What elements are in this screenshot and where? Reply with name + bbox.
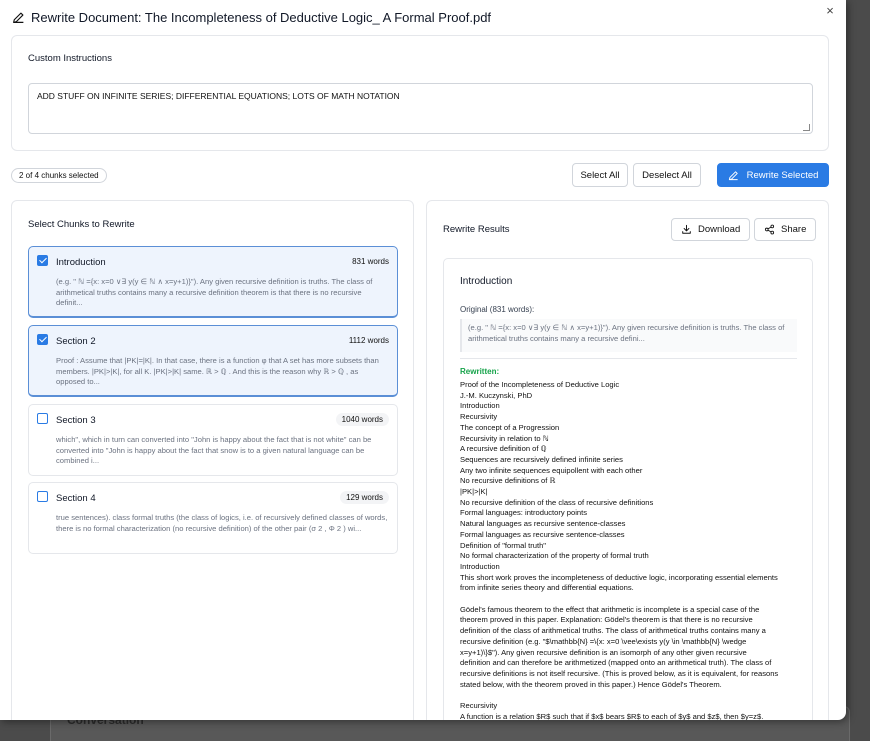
rewritten-line: x=y+1)\}$"). Any given recursive definit… [460, 647, 747, 657]
chunk-word-count: 1112 words [348, 336, 389, 345]
rewritten-line: A function is a relation $R$ such that i… [460, 711, 764, 720]
download-icon [682, 224, 691, 234]
chunk-preview: true sentences). class formal truths (th… [56, 513, 388, 533]
original-label: Original (831 words): [460, 305, 535, 314]
share-label: Share [781, 224, 807, 235]
custom-instructions-label: Custom Instructions [28, 53, 112, 64]
select-all-button[interactable]: Select All [572, 163, 628, 187]
close-icon[interactable]: × [823, 4, 837, 18]
rewritten-line: Gödel's famous theorem to the effect tha… [460, 604, 760, 614]
rewritten-line: J.-M. Kuczynski, PhD [460, 390, 533, 400]
rewritten-line: Recursivity [460, 412, 498, 422]
rewritten-line: definition and can therefore be arithmet… [460, 658, 772, 668]
chunk-selection-panel: Select Chunks to Rewrite Introduction 83… [11, 200, 414, 720]
rewritten-line: Recursivity in relation to ℕ [460, 433, 549, 443]
chunk-word-count: 831 words [352, 257, 389, 266]
rewritten-line: Recursivity [460, 701, 498, 711]
rewrite-results-panel: Rewrite Results Download Share Introduct… [426, 200, 829, 720]
chunk-name: Section 4 [56, 493, 96, 504]
rewrite-selected-button[interactable]: Rewrite Selected [717, 163, 829, 187]
rewritten-line: definition of the class of arithmetical … [460, 626, 766, 636]
chunk-panel-heading: Select Chunks to Rewrite [28, 219, 135, 230]
rewritten-label: Rewritten: [460, 367, 500, 376]
rewritten-line: This short work proves the incompletenes… [460, 572, 778, 582]
chunk-checkbox[interactable] [37, 491, 48, 502]
rewritten-line: Proof of the Incompleteness of Deductive… [460, 380, 620, 389]
rewritten-line: No formal characterization of the proper… [460, 551, 649, 561]
rewritten-line: The concept of a Progression [460, 422, 560, 432]
rewritten-line: Natural languages as recursive sentence-… [460, 519, 626, 529]
rewrite-result-card: Introduction Original (831 words): (e.g.… [443, 258, 813, 720]
resize-handle-icon[interactable] [803, 124, 810, 131]
rewritten-line: Sequences are recursively defined infini… [460, 454, 623, 464]
chunk-preview: which", which in turn can converted into… [56, 435, 372, 465]
chunk-name: Section 3 [56, 415, 96, 426]
share-button[interactable]: Share [754, 218, 817, 241]
pencil-icon [728, 170, 738, 180]
chunk-card-introduction[interactable]: Introduction 831 words (e.g. " ℕ ={x: x=… [28, 246, 398, 318]
share-icon [764, 224, 775, 235]
chunk-checkbox[interactable] [37, 413, 48, 424]
rewritten-line: from infinite series theory and differen… [460, 583, 634, 593]
custom-instructions-textarea[interactable]: ADD STUFF ON INFINITE SERIES; DIFFERENTI… [28, 83, 813, 134]
rewritten-line: recursive definition (e.g. "$\mathbb{N} … [460, 636, 747, 646]
divider [460, 358, 797, 359]
rewritten-line: Any two infinite sequences equipollent w… [460, 465, 643, 475]
chunk-preview: (e.g. " ℕ ={x: x=0 ∨∃ y(y ∈ ℕ ∧ x=y+1)}"… [56, 277, 373, 307]
download-button[interactable]: Download [671, 218, 751, 241]
custom-instructions-card: Custom Instructions ADD STUFF ON INFINIT… [11, 35, 829, 151]
rewritten-line: Introduction [460, 561, 500, 571]
chunk-card-section-4[interactable]: Section 4 129 words true sentences). cla… [28, 482, 398, 554]
rewritten-line: theorem proved in this paper. Explanatio… [460, 615, 753, 625]
download-label: Download [698, 224, 741, 235]
chunk-name: Introduction [56, 257, 106, 268]
results-panel-heading: Rewrite Results [443, 224, 510, 235]
chunk-preview: Proof : Assume that |PK|=|K|. In that ca… [56, 356, 379, 386]
pencil-icon [13, 12, 24, 23]
rewritten-line [460, 690, 800, 701]
rewritten-text: Proof of the Incompleteness of Deductive… [460, 380, 800, 720]
chunk-word-count: 129 words [340, 491, 389, 504]
rewritten-line: Formal languages: introductory points [460, 508, 588, 518]
select-all-label: Select All [580, 169, 620, 181]
selection-count-badge: 2 of 4 chunks selected [11, 168, 107, 183]
rewritten-line: Formal languages as recursive sentence-c… [460, 529, 625, 539]
rewritten-line: A recursive definition of ℚ [460, 444, 547, 454]
chunk-name: Section 2 [56, 336, 96, 347]
original-preview: (e.g. " ℕ ={x: x=0 ∨∃ y(y ∈ ℕ ∧ x=y+1)}"… [460, 319, 797, 352]
dialog-title: Rewrite Document: The Incompleteness of … [31, 10, 492, 25]
result-chunk-title: Introduction [460, 276, 513, 287]
rewritten-line: Definition of "formal truth" [460, 540, 547, 550]
chunk-card-section-2[interactable]: Section 2 1112 words Proof : Assume that… [28, 325, 398, 397]
deselect-all-label: Deselect All [642, 169, 692, 181]
deselect-all-button[interactable]: Deselect All [633, 163, 701, 187]
chunk-checkbox[interactable] [37, 334, 48, 345]
rewritten-line: stated below, with the theorem proved in… [460, 679, 722, 689]
rewritten-line: Introduction [460, 401, 500, 411]
rewrite-selected-label: Rewrite Selected [746, 169, 819, 181]
chunk-checkbox[interactable] [37, 255, 48, 266]
rewritten-line: recursive definitions is not itself recu… [460, 668, 779, 678]
rewritten-line: No recursive definitions of ℝ [460, 476, 556, 486]
custom-instructions-value: ADD STUFF ON INFINITE SERIES; DIFFERENTI… [37, 91, 400, 101]
dialog-header: Rewrite Document: The Incompleteness of … [12, 10, 491, 25]
rewritten-line [460, 594, 800, 605]
chunk-word-count: 1040 words [335, 413, 389, 426]
rewrite-document-dialog: Rewrite Document: The Incompleteness of … [0, 0, 846, 720]
rewritten-line: |PK|>|K| [460, 487, 488, 497]
chunk-card-section-3[interactable]: Section 3 1040 words which", which in tu… [28, 404, 398, 476]
rewritten-line: No recursive definition of the class of … [460, 497, 654, 507]
